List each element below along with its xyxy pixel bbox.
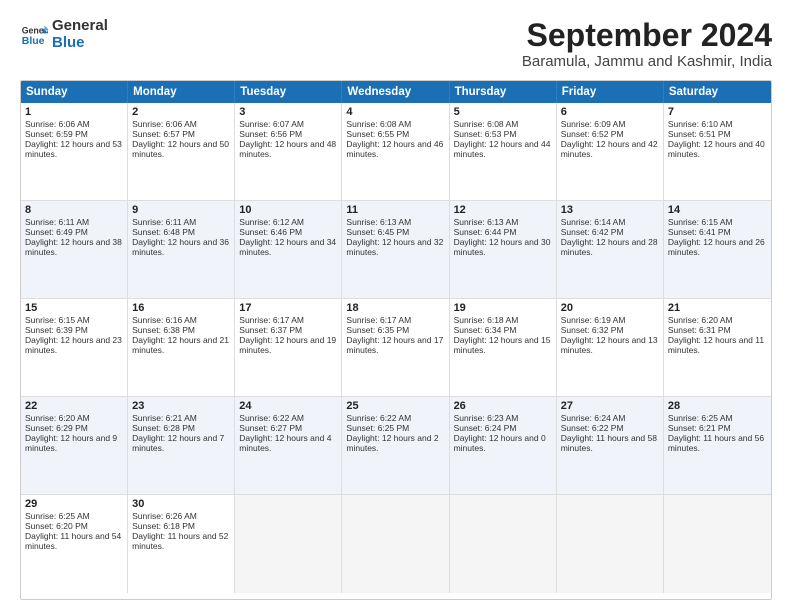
table-row: 13Sunrise: 6:14 AMSunset: 6:42 PMDayligh… [557, 201, 664, 299]
header-monday: Monday [128, 81, 235, 103]
month-title: September 2024 [522, 18, 772, 53]
table-row [235, 495, 342, 593]
table-row: 14Sunrise: 6:15 AMSunset: 6:41 PMDayligh… [664, 201, 771, 299]
table-row: 2Sunrise: 6:06 AMSunset: 6:57 PMDaylight… [128, 103, 235, 201]
table-row: 16Sunrise: 6:16 AMSunset: 6:38 PMDayligh… [128, 299, 235, 397]
location: Baramula, Jammu and Kashmir, India [522, 53, 772, 70]
header-wednesday: Wednesday [342, 81, 449, 103]
table-row: 6Sunrise: 6:09 AMSunset: 6:52 PMDaylight… [557, 103, 664, 201]
table-row: 19Sunrise: 6:18 AMSunset: 6:34 PMDayligh… [450, 299, 557, 397]
header-friday: Friday [557, 81, 664, 103]
logo-text: General Blue [52, 18, 108, 51]
calendar-body: 1Sunrise: 6:06 AMSunset: 6:59 PMDaylight… [21, 103, 771, 593]
header-thursday: Thursday [450, 81, 557, 103]
table-row: 27Sunrise: 6:24 AMSunset: 6:22 PMDayligh… [557, 397, 664, 495]
title-block: September 2024 Baramula, Jammu and Kashm… [522, 18, 772, 70]
table-row: 18Sunrise: 6:17 AMSunset: 6:35 PMDayligh… [342, 299, 449, 397]
page: General Blue General Blue September 2024… [0, 0, 792, 612]
table-row: 7Sunrise: 6:10 AMSunset: 6:51 PMDaylight… [664, 103, 771, 201]
table-row: 3Sunrise: 6:07 AMSunset: 6:56 PMDaylight… [235, 103, 342, 201]
table-row: 25Sunrise: 6:22 AMSunset: 6:25 PMDayligh… [342, 397, 449, 495]
logo-icon: General Blue [20, 21, 48, 49]
table-row: 4Sunrise: 6:08 AMSunset: 6:55 PMDaylight… [342, 103, 449, 201]
table-row: 29Sunrise: 6:25 AMSunset: 6:20 PMDayligh… [21, 495, 128, 593]
header: General Blue General Blue September 2024… [20, 18, 772, 70]
table-row: 9Sunrise: 6:11 AMSunset: 6:48 PMDaylight… [128, 201, 235, 299]
table-row: 12Sunrise: 6:13 AMSunset: 6:44 PMDayligh… [450, 201, 557, 299]
table-row: 1Sunrise: 6:06 AMSunset: 6:59 PMDaylight… [21, 103, 128, 201]
logo: General Blue General Blue [20, 18, 108, 51]
table-row: 24Sunrise: 6:22 AMSunset: 6:27 PMDayligh… [235, 397, 342, 495]
table-row: 8Sunrise: 6:11 AMSunset: 6:49 PMDaylight… [21, 201, 128, 299]
header-saturday: Saturday [664, 81, 771, 103]
table-row: 26Sunrise: 6:23 AMSunset: 6:24 PMDayligh… [450, 397, 557, 495]
table-row: 30Sunrise: 6:26 AMSunset: 6:18 PMDayligh… [128, 495, 235, 593]
table-row: 28Sunrise: 6:25 AMSunset: 6:21 PMDayligh… [664, 397, 771, 495]
table-row [557, 495, 664, 593]
header-tuesday: Tuesday [235, 81, 342, 103]
table-row: 22Sunrise: 6:20 AMSunset: 6:29 PMDayligh… [21, 397, 128, 495]
table-row: 10Sunrise: 6:12 AMSunset: 6:46 PMDayligh… [235, 201, 342, 299]
table-row: 11Sunrise: 6:13 AMSunset: 6:45 PMDayligh… [342, 201, 449, 299]
table-row: 21Sunrise: 6:20 AMSunset: 6:31 PMDayligh… [664, 299, 771, 397]
calendar: Sunday Monday Tuesday Wednesday Thursday… [20, 80, 772, 600]
header-sunday: Sunday [21, 81, 128, 103]
calendar-header: Sunday Monday Tuesday Wednesday Thursday… [21, 81, 771, 103]
table-row: 20Sunrise: 6:19 AMSunset: 6:32 PMDayligh… [557, 299, 664, 397]
table-row [342, 495, 449, 593]
table-row [450, 495, 557, 593]
table-row: 23Sunrise: 6:21 AMSunset: 6:28 PMDayligh… [128, 397, 235, 495]
table-row: 5Sunrise: 6:08 AMSunset: 6:53 PMDaylight… [450, 103, 557, 201]
table-row: 15Sunrise: 6:15 AMSunset: 6:39 PMDayligh… [21, 299, 128, 397]
table-row: 17Sunrise: 6:17 AMSunset: 6:37 PMDayligh… [235, 299, 342, 397]
svg-text:Blue: Blue [22, 34, 45, 46]
table-row [664, 495, 771, 593]
